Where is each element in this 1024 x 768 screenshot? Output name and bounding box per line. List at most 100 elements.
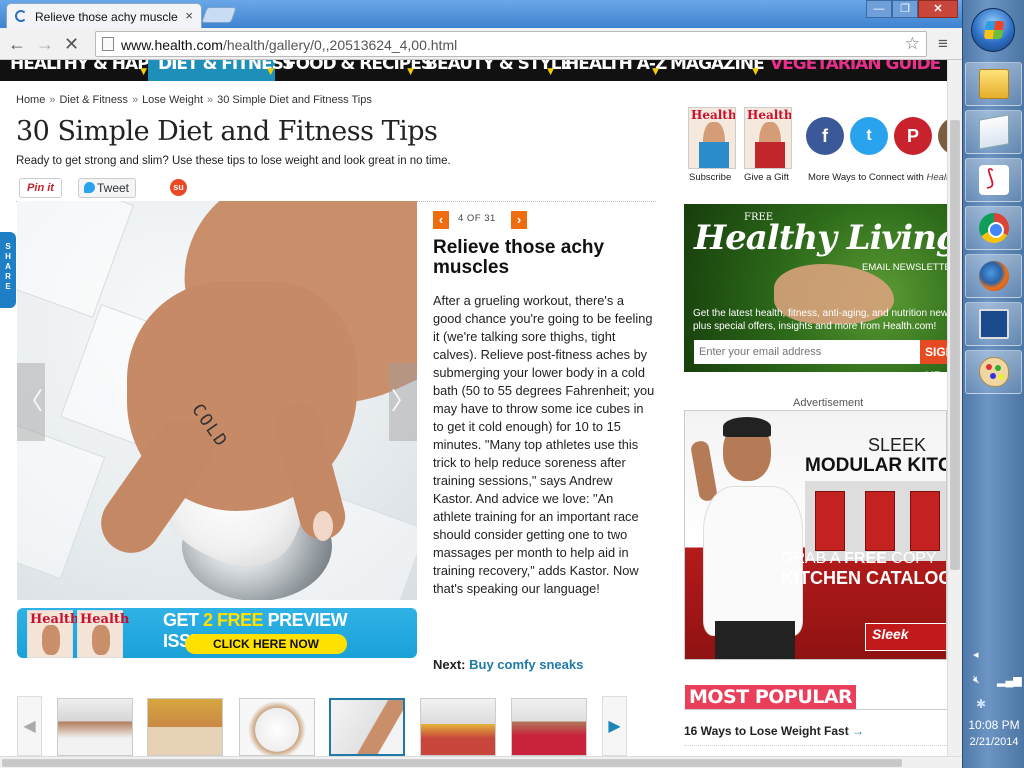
network-signal-icon[interactable]: ▂▄▆ <box>997 674 1022 687</box>
pinterest-pin-button[interactable]: Pin it <box>19 178 62 198</box>
give-gift-link[interactable]: Give a Gift <box>744 172 789 183</box>
bluetooth-icon[interactable]: ✱ <box>976 697 986 711</box>
clock-time[interactable]: 10:08 PM <box>963 718 1024 732</box>
window-minimize-button[interactable]: — <box>866 0 892 18</box>
cover-model-shirt <box>755 142 785 168</box>
nav-item-1[interactable]: HEALTHY & HAPPY ▼ <box>0 60 172 81</box>
scrollbar-thumb[interactable] <box>2 759 902 767</box>
address-bar[interactable]: www.health.com/health/gallery/0,,2051362… <box>95 31 927 57</box>
most-popular-heading: MOST POPULAR <box>685 685 857 709</box>
slide-next-button[interactable]: › <box>511 211 527 229</box>
slide-thumbnail[interactable] <box>420 698 496 756</box>
dropdown-arrow-icon: ▼ <box>267 67 274 77</box>
nav-item-3[interactable]: FOOD & RECIPES ▼ <box>275 60 433 81</box>
page-subtitle: Ready to get strong and slim? Use these … <box>16 155 451 167</box>
free-preview-banner[interactable]: Health Health GET 2 FREE PREVIEW ISSUES!… <box>17 608 417 658</box>
social-icon[interactable] <box>938 117 947 155</box>
taskbar-chrome[interactable] <box>965 206 1022 250</box>
taskbar-explorer[interactable] <box>965 62 1022 106</box>
sign-up-button[interactable]: SIGN UP <box>920 340 947 372</box>
share-tab-letter: H <box>5 252 11 261</box>
show-hidden-icons-button[interactable]: ◂ <box>973 648 979 661</box>
url-text[interactable]: www.health.com/health/gallery/0,,2051362… <box>121 37 457 53</box>
window-close-button[interactable]: ✕ <box>918 0 958 18</box>
acrobat-icon <box>979 165 1009 195</box>
nav-item-6[interactable]: MAGAZINE ▼ <box>660 60 765 81</box>
pinterest-icon[interactable]: P <box>894 117 932 155</box>
start-button[interactable] <box>971 8 1015 52</box>
clock-date[interactable]: 2/21/2014 <box>963 736 1024 748</box>
breadcrumb-item[interactable]: Lose Weight <box>142 94 203 106</box>
taskbar-firefox[interactable] <box>965 254 1022 298</box>
new-tab-button[interactable] <box>201 7 237 23</box>
slide-body: After a grueling workout, there's a good… <box>433 293 655 596</box>
chef-pants <box>715 621 795 659</box>
tab-close-icon[interactable]: × <box>185 8 193 23</box>
subscribe-link[interactable]: Subscribe <box>689 172 731 183</box>
magazine-cover: Health <box>77 610 129 658</box>
taskbar-remote-desktop[interactable] <box>965 302 1022 346</box>
stumbleupon-icon[interactable]: su <box>170 179 187 196</box>
subscribe-cover[interactable]: Health <box>688 107 736 169</box>
bookmark-star-icon[interactable]: ☆ <box>905 34 920 54</box>
taskbar-paint[interactable] <box>965 350 1022 394</box>
window-maximize-button[interactable]: ❐ <box>892 0 918 18</box>
facebook-icon[interactable]: f <box>806 117 844 155</box>
strip-prev-button[interactable]: ◀ <box>17 696 42 756</box>
share-tab-letter: E <box>5 282 11 291</box>
back-button[interactable]: ← <box>8 34 26 54</box>
strip-next-button[interactable]: ▶ <box>602 696 627 756</box>
dropdown-arrow-icon: ▼ <box>652 67 659 77</box>
taskbar-sticky-notes[interactable] <box>965 110 1022 154</box>
magazine-cover: Health <box>27 610 79 658</box>
breadcrumb-item: 30 Simple Diet and Fitness Tips <box>217 94 372 106</box>
slide-thumbnail[interactable] <box>511 698 587 756</box>
horizontal-scrollbar[interactable] <box>0 756 962 768</box>
forward-button[interactable]: → <box>36 34 54 54</box>
sleek-logo: Sleek <box>865 623 946 651</box>
slide-thumbnail[interactable] <box>57 698 133 756</box>
next-slide-link[interactable]: Buy comfy sneaks <box>469 657 583 672</box>
taskbar-acrobat[interactable] <box>965 158 1022 202</box>
breadcrumb-separator: » <box>49 94 56 106</box>
nav-item-label: MAGAZINE <box>670 60 765 74</box>
click-here-now-button[interactable]: CLICK HERE NOW <box>185 634 347 654</box>
chrome-menu-icon[interactable]: ≡ <box>938 34 948 54</box>
browser-tab[interactable]: Relieve those achy muscle × <box>6 3 202 29</box>
breadcrumb-item[interactable]: Diet & Fitness <box>59 94 127 106</box>
ad-grab-copy: GRAB A FREE COPY <box>781 550 937 567</box>
image-prev-button[interactable]: 〈 <box>17 363 45 441</box>
tweet-button[interactable]: Tweet <box>78 178 136 198</box>
stop-loading-button[interactable]: ✕ <box>64 34 79 54</box>
scrollbar-thumb[interactable] <box>950 120 960 570</box>
gift-cover[interactable]: Health <box>744 107 792 169</box>
tab-strip: Relieve those achy muscle × — ❐ ✕ <box>0 0 962 29</box>
share-tab-letter: A <box>5 262 11 271</box>
vertical-scrollbar[interactable] <box>947 60 962 756</box>
twitter-icon[interactable]: t <box>850 117 888 155</box>
next-slide-line: Next: Buy comfy sneaks <box>433 657 583 672</box>
tile <box>17 201 134 318</box>
share-side-tab[interactable]: SHARE <box>0 232 16 308</box>
slide-thumbnail[interactable] <box>329 698 405 756</box>
ad-kitchen-catalog: KITCHEN CATALOG <box>781 568 947 588</box>
most-popular-item[interactable]: 16 Ways to Lose Weight Fast → <box>684 724 864 738</box>
image-next-button[interactable]: 〉 <box>389 363 417 441</box>
slide-prev-button[interactable]: ‹ <box>433 211 449 229</box>
slide-image: COLD 〈 〉 <box>17 201 417 600</box>
notes-icon <box>979 114 1009 150</box>
slide-thumbnail[interactable] <box>147 698 223 756</box>
chrome-icon <box>979 213 1009 243</box>
nav-item-7[interactable]: VEGETARIAN GUIDE <box>760 60 941 81</box>
nav-item-5[interactable]: HEALTH A-Z ▼ <box>555 60 667 81</box>
breadcrumb-item[interactable]: Home <box>16 94 45 106</box>
slide-thumbnail[interactable] <box>239 698 315 756</box>
cabinet <box>815 491 845 551</box>
email-field[interactable] <box>694 340 920 364</box>
nav-item-4[interactable]: BEAUTY & STYLE ▼ <box>415 60 572 81</box>
kitchen-image <box>805 481 946 561</box>
paint-palette-icon <box>979 357 1009 387</box>
volume-muted-icon[interactable]: 🔇︎ <box>973 674 980 687</box>
kitchen-advertisement[interactable]: SLEEK MODULAR KITCHENS GRAB A FREE COPY … <box>684 410 947 660</box>
nav-item-2[interactable]: DIET & FITNESS ▼ <box>148 60 294 81</box>
